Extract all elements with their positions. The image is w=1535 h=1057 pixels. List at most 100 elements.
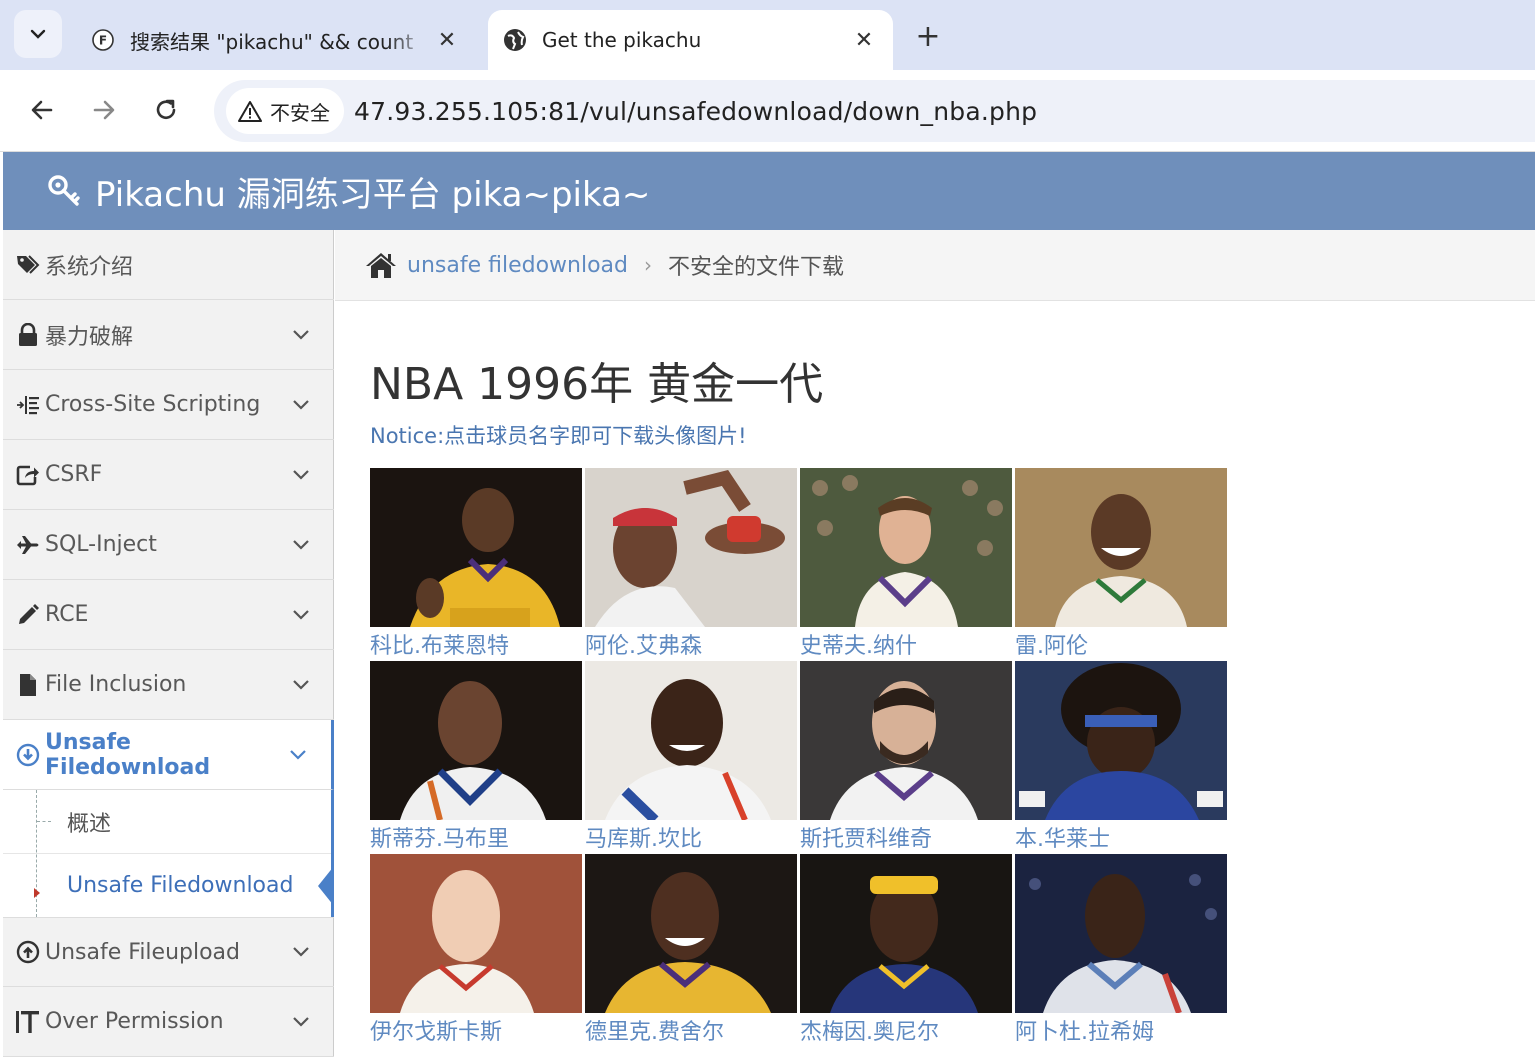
svg-text:F: F: [99, 34, 107, 48]
submenu-item-label: Unsafe Filedownload: [67, 873, 294, 898]
player-photo: [370, 661, 582, 820]
submenu-item-label: 概述: [67, 811, 112, 837]
tab-title: Get the pikachu: [542, 28, 702, 52]
player-card: 科比.布莱恩特: [370, 468, 584, 661]
sidebar-item-label: RCE: [45, 602, 89, 627]
player-download-link[interactable]: 雷.阿伦: [1015, 628, 1088, 660]
upload-circle-icon: [13, 940, 43, 964]
tab-close-icon[interactable]: ✕: [849, 25, 879, 55]
sidebar-item-unsafe-filedownload[interactable]: Unsafe Filedownload: [3, 720, 334, 790]
sidebar-item-label: CSRF: [45, 462, 103, 487]
player-card: 斯托贾科维奇: [800, 661, 1014, 854]
player-photo: [585, 854, 797, 1013]
search-result-favicon: F: [90, 27, 116, 53]
breadcrumb: unsafe filedownload › 不安全的文件下载: [335, 230, 1535, 301]
browser-tab-active[interactable]: Get the pikachu ✕: [488, 10, 893, 70]
address-bar[interactable]: 不安全 47.93.255.105:81/vul/unsafedownload/…: [214, 80, 1535, 142]
home-icon[interactable]: [365, 249, 397, 281]
download-circle-icon: [13, 743, 43, 767]
player-card: 本.华莱士: [1015, 661, 1229, 854]
player-card: 阿伦.艾弗森: [585, 468, 799, 661]
browser-toolbar: 不安全 47.93.255.105:81/vul/unsafedownload/…: [0, 70, 1535, 152]
player-download-link[interactable]: 德里克.费舍尔: [585, 1014, 724, 1046]
caret-right-icon: [33, 880, 41, 905]
active-pointer-icon: [316, 866, 334, 912]
new-tab-plus-icon[interactable]: +: [910, 18, 946, 54]
player-photo: [1015, 661, 1227, 820]
browser-tab-search-results[interactable]: F 搜索结果 "pikachu" && count ✕: [76, 10, 476, 70]
back-arrow-icon[interactable]: [24, 92, 60, 128]
text-height-icon: [13, 1010, 43, 1034]
chevron-down-icon: [286, 609, 316, 621]
player-photo: [370, 468, 582, 627]
tab-search-button[interactable]: [14, 10, 62, 58]
key-icon: [47, 173, 83, 209]
submenu-item-overview[interactable]: 概述: [3, 790, 331, 853]
sidebar-item-label: 系统介绍: [45, 254, 134, 280]
chevron-down-icon: [286, 469, 316, 481]
chevron-down-icon: [286, 399, 316, 411]
player-card: 阿卜杜.拉希姆: [1015, 854, 1229, 1047]
sidebar-item-label: Cross-Site Scripting: [45, 392, 261, 417]
player-download-link[interactable]: 阿卜杜.拉希姆: [1015, 1014, 1154, 1046]
file-icon: [13, 673, 43, 697]
player-card: 伊尔戈斯卡斯: [370, 854, 584, 1047]
browser-tab-strip: F 搜索结果 "pikachu" && count ✕ Get the pika…: [0, 0, 1535, 70]
share-square-icon: [13, 464, 43, 486]
player-photo: [1015, 468, 1227, 627]
chevron-down-icon: [30, 29, 46, 39]
sidebar-item-file-inclusion[interactable]: File Inclusion: [3, 650, 334, 720]
player-download-link[interactable]: 斯托贾科维奇: [800, 821, 932, 853]
sidebar-item-brute-force[interactable]: 暴力破解: [3, 300, 334, 370]
player-photo: [800, 854, 1012, 1013]
player-photo: [800, 468, 1012, 627]
sidebar-item-csrf[interactable]: CSRF: [3, 440, 334, 510]
player-photo: [585, 661, 797, 820]
sidebar-menu: 系统介绍 暴力破解 Cross-Site Scripting CSRF SQL-…: [3, 230, 334, 1057]
player-download-link[interactable]: 伊尔戈斯卡斯: [370, 1014, 502, 1046]
player-card: 马库斯.坎比: [585, 661, 799, 854]
sidebar-item-label: Over Permission: [45, 1009, 224, 1034]
url-text[interactable]: 47.93.255.105:81/vul/unsafedownload/down…: [354, 80, 1037, 142]
player-download-link[interactable]: 本.华莱士: [1015, 821, 1110, 853]
player-download-link[interactable]: 马库斯.坎比: [585, 821, 702, 853]
player-download-link[interactable]: 阿伦.艾弗森: [585, 628, 702, 660]
player-download-link[interactable]: 杰梅因.奥尼尔: [800, 1014, 939, 1046]
tab-close-icon[interactable]: ✕: [432, 25, 462, 55]
site-brand[interactable]: Pikachu 漏洞练习平台 pika~pika~: [95, 167, 650, 216]
chevron-down-icon: [283, 749, 313, 761]
site-security-chip[interactable]: 不安全: [226, 88, 344, 134]
player-photo: [370, 854, 582, 1013]
submenu-item-unsafe-filedownload[interactable]: Unsafe Filedownload: [3, 854, 334, 917]
sidebar-item-sql-inject[interactable]: SQL-Inject: [3, 510, 334, 580]
sidebar-item-rce[interactable]: RCE: [3, 580, 334, 650]
fighter-jet-icon: [13, 535, 43, 555]
player-download-link[interactable]: 斯蒂芬.马布里: [370, 821, 509, 853]
chevron-down-icon: [286, 329, 316, 341]
player-card: 德里克.费舍尔: [585, 854, 799, 1047]
player-photo: [585, 468, 797, 627]
sidebar-item-unsafe-fileupload[interactable]: Unsafe Fileupload: [3, 917, 334, 987]
site-header: Pikachu 漏洞练习平台 pika~pika~: [3, 152, 1535, 230]
globe-icon: [502, 27, 528, 53]
player-download-link[interactable]: 史蒂夫.纳什: [800, 628, 917, 660]
pencil-icon: [13, 603, 43, 627]
sidebar-item-over-permission[interactable]: Over Permission: [3, 987, 334, 1057]
chevron-down-icon: [286, 1016, 316, 1028]
sidebar-item-label: 暴力破解: [45, 324, 134, 350]
breadcrumb-separator-icon: ›: [644, 253, 652, 277]
notice-text: Notice:点击球员名字即可下载头像图片!: [370, 424, 747, 448]
submenu-unsafe-filedownload: 概述 Unsafe Filedownload: [3, 790, 334, 917]
player-photo: [800, 661, 1012, 820]
chevron-down-icon: [286, 946, 316, 958]
player-download-link[interactable]: 科比.布莱恩特: [370, 628, 509, 660]
chevron-down-icon: [286, 679, 316, 691]
security-label: 不安全: [270, 100, 330, 125]
player-card: 斯蒂芬.马布里: [370, 661, 584, 854]
sidebar-item-intro[interactable]: 系统介绍: [3, 230, 334, 300]
reload-icon[interactable]: [148, 92, 184, 128]
sidebar-item-label: Unsafe Fileupload: [45, 939, 241, 965]
forward-arrow-icon[interactable]: [86, 92, 122, 128]
breadcrumb-link[interactable]: unsafe filedownload: [407, 253, 628, 278]
sidebar-item-xss[interactable]: Cross-Site Scripting: [3, 370, 334, 440]
